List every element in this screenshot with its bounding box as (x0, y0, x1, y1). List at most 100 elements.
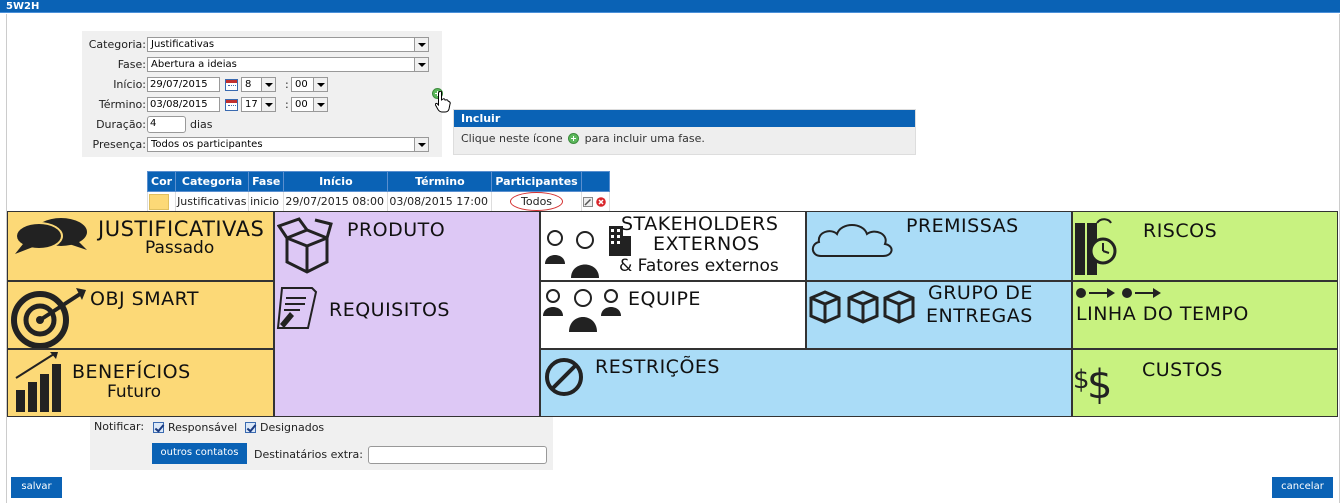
notificar-label: Notificar: (94, 420, 145, 433)
cell-obj-smart[interactable]: OBJ SMART (7, 281, 274, 349)
equipe-title: EQUIPE (628, 288, 701, 310)
document-pen-icon (276, 287, 318, 329)
dynamite-icon (1075, 218, 1117, 275)
cell-riscos[interactable]: RISCOS (1072, 211, 1338, 281)
presenca-label: Presença: (92, 138, 146, 151)
actions-cell (580, 191, 610, 212)
passado-subtitle: Passado (145, 238, 215, 258)
termino-label: Término: (98, 98, 146, 111)
duracao-label: Duração: (96, 118, 146, 131)
tooltip-text-before: Clique neste ícone (461, 132, 563, 145)
inicio-label: Início: (113, 78, 146, 91)
cell-equipe[interactable]: EQUIPE (540, 281, 806, 349)
calendar-icon[interactable] (225, 79, 238, 91)
designados-label: Designados (260, 421, 325, 434)
cell-beneficios[interactable]: BENEFÍCIOS Futuro (7, 349, 274, 417)
restricoes-title: RESTRIÇÕES (595, 356, 720, 378)
chevron-down-icon (313, 78, 327, 91)
termino-date-input[interactable]: 03/08/2015 (147, 97, 220, 112)
inicio-date-value: 29/07/2015 (150, 79, 208, 90)
column-header: Participantes (491, 171, 582, 192)
stakeholders-title-line2: EXTERNOS (653, 233, 760, 255)
cell-requisitos[interactable]: REQUISITOS (274, 281, 540, 349)
window-title: 5W2H (6, 1, 40, 12)
prohibited-icon (545, 358, 583, 396)
inicio-minute-select[interactable]: 00 (291, 77, 328, 92)
column-header: Categoria (175, 171, 250, 192)
chevron-down-icon (414, 58, 428, 71)
cell-premissas[interactable]: PREMISSAS (806, 211, 1072, 281)
cell-grupo-entregas[interactable]: GRUPO DE ENTREGAS (806, 281, 1072, 349)
packages-icon (809, 290, 915, 324)
cell-produto[interactable]: PRODUTO (274, 211, 540, 281)
linha-tempo-title: LINHA DO TEMPO (1076, 303, 1249, 325)
premissas-title: PREMISSAS (906, 215, 1019, 237)
tooltip-body: Clique neste ícone para incluir uma fase… (454, 127, 915, 149)
participantes-badge[interactable]: Todos (510, 192, 564, 211)
table-row[interactable]: Justificativas inicio 29/07/2015 08:00 0… (146, 191, 610, 212)
inicio-date-input[interactable]: 29/07/2015 (147, 77, 220, 92)
cell-justificativas[interactable]: JUSTIFICATIVAS Passado (7, 211, 274, 281)
designados-checkbox[interactable] (245, 422, 256, 433)
participantes-cell: Todos (491, 191, 582, 212)
riscos-title: RISCOS (1143, 220, 1218, 242)
termino-hour-select[interactable]: 17 (241, 97, 276, 112)
chevron-down-icon (261, 98, 275, 111)
growth-chart-icon (15, 352, 61, 412)
duracao-input[interactable]: 4 (147, 116, 186, 133)
termino-hour-value: 17 (245, 99, 258, 110)
stakeholders-title-line1: STAKEHOLDERS (621, 213, 779, 235)
column-header: Cor (146, 171, 177, 192)
custos-title: CUSTOS (1142, 359, 1223, 381)
cell-custos[interactable]: $ $ CUSTOS (1072, 349, 1338, 417)
presenca-select[interactable]: Todos os participantes (147, 137, 429, 152)
responsavel-checkbox[interactable] (153, 422, 164, 433)
categoria-label: Categoria: (88, 38, 146, 51)
edit-icon[interactable] (582, 197, 593, 207)
categoria-value: Justificativas (151, 39, 215, 50)
termino-minute-select[interactable]: 00 (291, 97, 328, 112)
column-header: Término (387, 171, 493, 192)
termino-cell: 03/08/2015 17:00 (387, 191, 493, 212)
color-cell (146, 191, 177, 212)
justificativas-title: JUSTIFICATIVAS (98, 217, 265, 241)
cell-restricoes[interactable]: RESTRIÇÕES (540, 349, 1072, 417)
presenca-value: Todos os participantes (151, 139, 263, 150)
box-icon (277, 217, 333, 274)
termino-date-value: 03/08/2015 (150, 99, 208, 110)
stakeholders-subtitle: & Fatores externos (619, 256, 779, 276)
tooltip-title: Incluir (454, 110, 915, 127)
speech-bubbles-icon (15, 218, 87, 254)
column-header (580, 171, 610, 192)
column-header: Início (283, 171, 389, 192)
destinatarios-input[interactable] (368, 446, 547, 464)
cell-linha-tempo[interactable]: LINHA DO TEMPO (1072, 281, 1338, 349)
canvas-board: JUSTIFICATIVAS Passado PRODUTO STAKEHOLD… (7, 211, 1338, 417)
team-icon (543, 289, 621, 332)
time-separator: : (285, 78, 289, 91)
categoria-cell: Justificativas (175, 191, 250, 212)
calendar-icon[interactable] (225, 99, 238, 111)
beneficios-title: BENEFÍCIOS (72, 361, 191, 383)
fase-select[interactable]: Abertura a ideias (147, 57, 429, 72)
inicio-hour-select[interactable]: 8 (241, 77, 276, 92)
fase-cell: inicio (248, 191, 285, 212)
futuro-subtitle: Futuro (107, 382, 162, 402)
timeline-icon (1076, 288, 1161, 298)
termino-minute-value: 00 (295, 99, 308, 110)
salvar-button[interactable]: salvar (11, 477, 62, 498)
cell-stakeholders[interactable]: STAKEHOLDERS EXTERNOS & Fatores externos (540, 211, 806, 281)
categoria-select[interactable]: Justificativas (147, 37, 429, 52)
responsavel-label: Responsável (168, 421, 238, 434)
grupo-title-line1: GRUPO DE (928, 282, 1033, 304)
delete-icon[interactable] (596, 197, 607, 207)
obj-smart-title: OBJ SMART (90, 288, 200, 310)
window-title-bar: 5W2H (0, 0, 1340, 13)
tooltip-text-after: para incluir uma fase. (584, 132, 705, 145)
table-header-row: Cor Categoria Fase Início Término Partic… (146, 171, 610, 192)
column-header: Fase (248, 171, 285, 192)
cancelar-button[interactable]: cancelar (1272, 477, 1333, 498)
target-icon (11, 288, 86, 348)
cloud-icon (811, 224, 893, 257)
outros-contatos-button[interactable]: outros contatos (152, 443, 247, 464)
